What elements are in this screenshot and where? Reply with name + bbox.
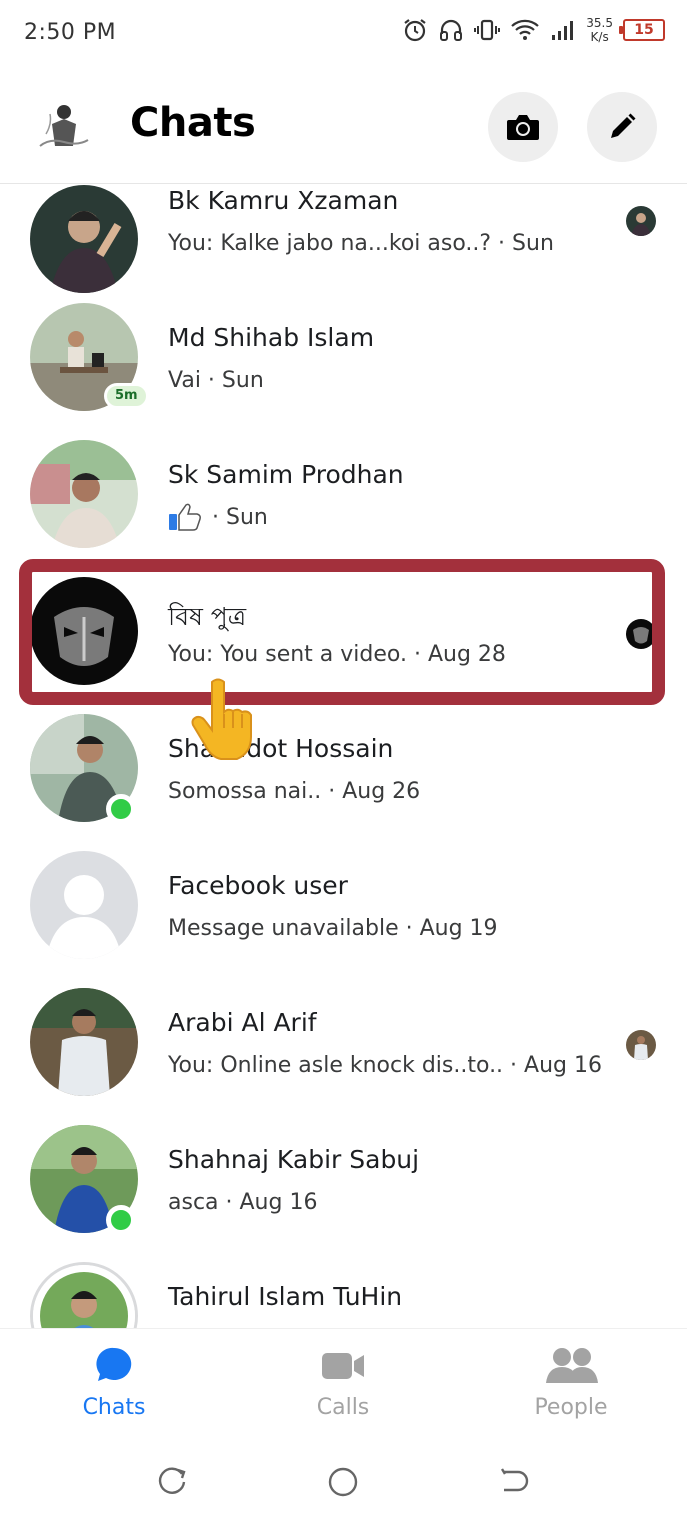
header: Chats — [0, 70, 687, 184]
avatar — [30, 988, 138, 1096]
highlight-box — [19, 559, 665, 705]
active-status-badge: 5m — [104, 383, 149, 409]
status-bar: 2:50 PM 35.5 K/s 15 — [0, 0, 687, 70]
chat-preview: asca · Aug 16 — [168, 1190, 318, 1215]
net-speed-value: 35.5 — [586, 16, 613, 30]
status-icons: 35.5 K/s 15 — [402, 16, 665, 44]
page-title: Chats — [130, 100, 256, 146]
chat-row[interactable]: Tahirul Islam TuHin — [0, 1262, 687, 1328]
tab-chats-label: Chats — [82, 1395, 146, 1420]
online-indicator — [106, 794, 136, 824]
chat-name: Facebook user — [168, 871, 348, 900]
chat-preview: You: Online asle knock dis..to.. · Aug 1… — [168, 1053, 602, 1078]
pointing-hand-icon — [191, 678, 252, 760]
alarm-icon — [404, 19, 426, 42]
camera-button[interactable] — [488, 92, 558, 162]
chat-name: Sk Samim Prodhan — [168, 460, 404, 489]
pencil-icon — [611, 113, 636, 138]
chat-bubble-icon — [96, 1347, 132, 1381]
signal-icon — [552, 21, 574, 40]
battery-icon: 15 — [619, 19, 665, 41]
chat-row[interactable]: Bk Kamru Xzaman You: Kalke jabo na...koi… — [0, 185, 687, 307]
avatar — [30, 440, 138, 548]
chat-name: Arabi Al Arif — [168, 1008, 317, 1037]
headphones-icon — [440, 19, 463, 41]
home-icon[interactable] — [327, 1466, 359, 1498]
camera-icon — [507, 115, 539, 140]
chat-preview: You: Kalke jabo na...koi aso..? · Sun — [168, 231, 554, 256]
back-icon[interactable] — [498, 1466, 530, 1498]
chat-row[interactable]: Shahnaj Kabir Sabuj asca · Aug 16 — [0, 1125, 687, 1266]
avatar — [30, 1262, 138, 1328]
profile-avatar[interactable] — [32, 94, 96, 158]
tab-calls-label: Calls — [316, 1395, 370, 1420]
chat-preview: Vai · Sun — [168, 368, 264, 393]
chat-preview: Somossa nai.. · Aug 26 — [168, 779, 421, 804]
chat-row[interactable]: Arabi Al Arif You: Online asle knock dis… — [0, 988, 687, 1129]
bottom-nav: Chats Calls People — [0, 1328, 687, 1438]
thumbs-up-icon — [169, 503, 201, 531]
online-indicator — [106, 1205, 136, 1235]
chat-name: Md Shihab Islam — [168, 323, 375, 352]
net-speed-unit: K/s — [590, 30, 609, 44]
tab-calls[interactable]: Calls — [268, 1345, 418, 1420]
chat-list: Bk Kamru Xzaman You: Kalke jabo na...koi… — [0, 185, 687, 1328]
system-nav — [0, 1438, 687, 1528]
chat-name: Bk Kamru Xzaman — [168, 186, 399, 215]
vibrate-icon — [474, 19, 501, 41]
chat-preview: · Sun — [212, 505, 268, 530]
seen-avatar — [626, 206, 656, 236]
recent-apps-icon[interactable] — [156, 1466, 188, 1498]
wifi-icon — [511, 19, 540, 40]
tab-chats[interactable]: Chats — [39, 1345, 189, 1420]
video-camera-icon — [322, 1353, 364, 1379]
chat-name: Tahirul Islam TuHin — [168, 1282, 403, 1311]
chat-row[interactable]: Shahadot Hossain Somossa nai.. · Aug 26 — [0, 714, 687, 855]
chat-row[interactable]: Facebook user Message unavailable · Aug … — [0, 851, 687, 992]
chat-preview: Message unavailable · Aug 19 — [168, 916, 498, 941]
status-time: 2:50 PM — [24, 20, 117, 45]
avatar — [30, 851, 138, 959]
chat-name: Shahnaj Kabir Sabuj — [168, 1145, 420, 1174]
people-icon — [546, 1348, 598, 1383]
avatar — [30, 185, 138, 293]
compose-button[interactable] — [587, 92, 657, 162]
tab-people-label: People — [534, 1395, 608, 1420]
chat-row[interactable]: 5m Md Shihab Islam Vai · Sun — [0, 303, 687, 444]
tab-people[interactable]: People — [496, 1345, 646, 1420]
net-speed: 35.5 K/s — [586, 16, 613, 44]
seen-avatar — [626, 1030, 656, 1060]
